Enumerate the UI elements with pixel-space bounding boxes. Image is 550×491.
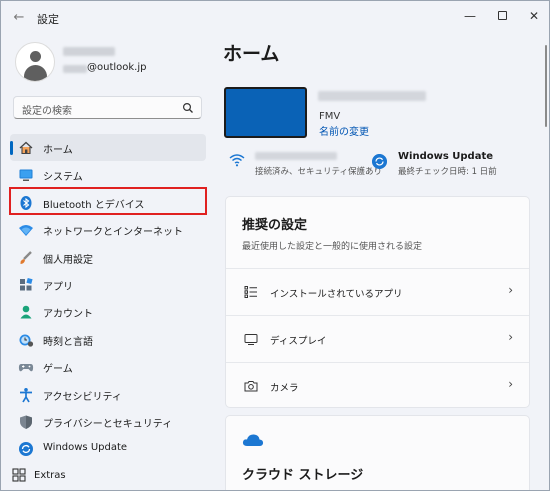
recommended-item-display[interactable]: ディスプレイ › xyxy=(226,315,529,362)
recommended-item-label: カメラ xyxy=(270,383,299,394)
sidebar-item-network[interactable]: ネットワークとインターネット xyxy=(10,216,206,243)
home-icon xyxy=(19,141,33,155)
recommended-item-label: ディスプレイ xyxy=(270,336,327,347)
installed-apps-icon xyxy=(244,286,257,298)
accessibility-icon xyxy=(20,387,32,402)
bluetooth-highlight-box xyxy=(9,187,207,215)
time-language-icon xyxy=(19,334,34,347)
sidebar-item-time-language[interactable]: 時刻と言語 xyxy=(10,326,206,353)
cloud-storage-title: クラウド ストレージ xyxy=(242,468,364,483)
sidebar-item-label: アプリ xyxy=(43,281,73,293)
windows-update-status-icon[interactable] xyxy=(372,154,387,169)
settings-window: ← 設定 — ✕ @outlook.jp 設定の検索 ホーム システム Blue… xyxy=(0,0,550,491)
chevron-right-icon: › xyxy=(508,377,513,391)
chevron-right-icon: › xyxy=(508,330,513,344)
sidebar-item-label: Windows Update xyxy=(43,442,128,454)
sidebar-nav: ホーム システム Bluetooth とデバイス ネットワークとインターネット xyxy=(10,134,206,463)
windows-update-title[interactable]: Windows Update xyxy=(398,151,493,162)
accounts-icon xyxy=(20,306,32,319)
extras-icon xyxy=(12,468,26,482)
cloud-icon xyxy=(242,434,264,446)
sidebar-item-label: アクセシビリティ xyxy=(43,391,122,403)
sidebar-item-extras[interactable]: Extras xyxy=(10,464,190,488)
title-bar: ← 設定 — ✕ xyxy=(1,1,549,35)
apps-icon xyxy=(20,277,33,291)
sidebar-item-label: ホーム xyxy=(43,145,73,156)
network-icon xyxy=(19,225,33,237)
display-icon xyxy=(244,334,258,345)
user-name-redacted xyxy=(63,47,115,56)
network-name-redacted xyxy=(255,152,337,160)
device-model: FMV xyxy=(319,111,341,122)
back-button[interactable]: ← xyxy=(11,10,27,26)
network-status: 接続済み、セキュリティ保護あり xyxy=(255,167,382,177)
recommended-item-label: インストールされているアプリ xyxy=(270,289,403,300)
sidebar-item-gaming[interactable]: ゲーム xyxy=(10,353,206,380)
sidebar-item-system[interactable]: システム xyxy=(10,161,206,188)
sidebar-item-label: Extras xyxy=(34,470,66,481)
device-image xyxy=(224,87,307,138)
system-icon xyxy=(19,169,33,182)
window-title: 設定 xyxy=(37,13,59,26)
user-email-redacted xyxy=(63,65,87,73)
search-input[interactable]: 設定の検索 xyxy=(13,96,202,119)
sidebar-item-label: システム xyxy=(43,172,83,184)
recommended-item-camera[interactable]: カメラ › xyxy=(226,362,529,409)
close-button[interactable]: ✕ xyxy=(519,5,549,27)
rename-link[interactable]: 名前の変更 xyxy=(319,123,369,138)
chevron-right-icon: › xyxy=(508,283,513,297)
sidebar-item-label: プライバシーとセキュリティ xyxy=(43,418,173,430)
sidebar-item-personalization[interactable]: 個人用設定 xyxy=(10,244,206,271)
page-title: ホーム xyxy=(223,43,280,65)
avatar-head xyxy=(30,51,41,62)
gaming-icon xyxy=(18,364,34,372)
sidebar-item-home[interactable]: ホーム xyxy=(10,134,206,162)
sidebar-item-windows-update[interactable]: Windows Update xyxy=(10,435,206,462)
user-email-domain: @outlook.jp xyxy=(87,62,147,73)
wifi-icon[interactable] xyxy=(229,153,245,167)
scrollbar[interactable] xyxy=(545,45,547,127)
avatar[interactable] xyxy=(15,42,55,82)
sidebar-item-label: ゲーム xyxy=(43,364,73,376)
sidebar-item-label: アカウント xyxy=(43,309,93,321)
sidebar-item-accounts[interactable]: アカウント xyxy=(10,298,206,325)
recommended-title: 推奨の設定 xyxy=(242,218,308,233)
maximize-icon xyxy=(497,11,507,20)
sidebar-item-label: 個人用設定 xyxy=(43,254,93,266)
recommended-item-installed-apps[interactable]: インストールされているアプリ › xyxy=(226,268,529,315)
cloud-storage-card: クラウド ストレージ xyxy=(225,415,530,490)
search-placeholder: 設定の検索 xyxy=(22,106,72,117)
maximize-button[interactable] xyxy=(487,5,517,27)
sidebar-item-label: ネットワークとインターネット xyxy=(43,227,183,239)
recommended-subtitle: 最近使用した設定と一般的に使用される設定 xyxy=(242,242,423,252)
sidebar-item-accessibility[interactable]: アクセシビリティ xyxy=(10,381,206,408)
sidebar-item-privacy[interactable]: プライバシーとセキュリティ xyxy=(10,408,206,435)
personalization-icon xyxy=(20,250,32,264)
recommended-settings-card: 推奨の設定 最近使用した設定と一般的に使用される設定 インストールされているアプ… xyxy=(225,196,530,408)
windows-update-icon xyxy=(19,442,33,457)
search-icon xyxy=(182,102,193,113)
device-name-redacted xyxy=(318,91,426,101)
windows-update-last-checked: 最終チェック日時: 1 日前 xyxy=(398,167,497,177)
avatar-body xyxy=(24,65,47,81)
shield-icon xyxy=(20,415,32,429)
sidebar-item-label: 時刻と言語 xyxy=(43,336,93,348)
minimize-button[interactable]: — xyxy=(455,5,485,27)
sidebar-item-apps[interactable]: アプリ xyxy=(10,271,206,298)
camera-icon xyxy=(244,381,258,392)
